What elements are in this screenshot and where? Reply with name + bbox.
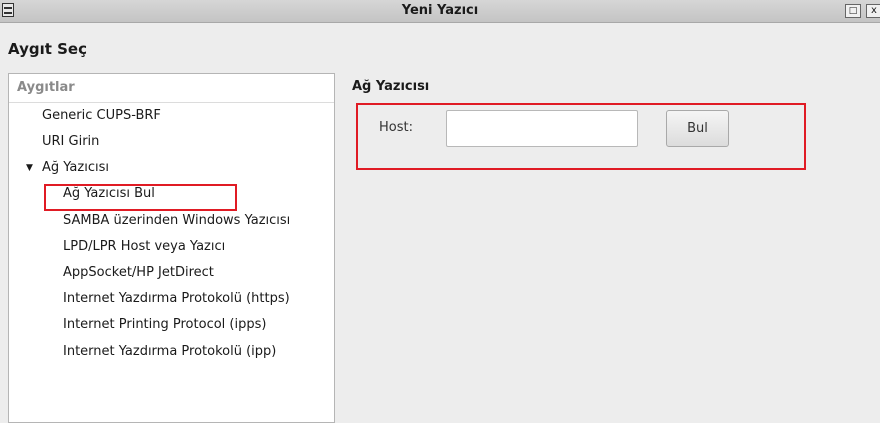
tree-item-ag-yazicisi[interactable]: Ağ Yazıcısı (42, 158, 109, 178)
page-title: Aygıt Seç (8, 40, 87, 58)
tree-item-ipp-https[interactable]: Internet Yazdırma Protokolü (https) (63, 289, 290, 309)
window-title: Yeni Yazıcı (401, 3, 479, 18)
tree-item-samba[interactable]: SAMBA üzerinden Windows Yazıcısı (63, 211, 290, 231)
host-input[interactable] (446, 110, 638, 147)
find-button[interactable]: Bul (666, 110, 729, 147)
tree-item-generic-cups-brf[interactable]: Generic CUPS-BRF (42, 106, 161, 126)
tree-item-ipps[interactable]: Internet Printing Protocol (ipps) (63, 315, 266, 335)
tree-item-uri-girin[interactable]: URI Girin (42, 132, 99, 152)
device-list-panel: Aygıtlar Generic CUPS-BRF URI Girin ▼ Ağ… (8, 73, 335, 423)
host-label: Host: (379, 120, 413, 135)
maximize-button[interactable]: □ (845, 4, 861, 18)
tree-item-ipp[interactable]: Internet Yazdırma Protokolü (ipp) (63, 342, 276, 362)
title-bar: Yeni Yazıcı □ x (0, 0, 880, 23)
selection-highlight-box (44, 184, 237, 211)
tree-item-lpd-lpr[interactable]: LPD/LPR Host veya Yazıcı (63, 237, 225, 257)
close-button[interactable]: x (866, 4, 880, 18)
tree-item-appsocket[interactable]: AppSocket/HP JetDirect (63, 263, 214, 283)
expander-down-icon[interactable]: ▼ (26, 158, 33, 178)
device-list-header[interactable]: Aygıtlar (9, 74, 334, 103)
network-printer-title: Ağ Yazıcısı (352, 79, 430, 94)
